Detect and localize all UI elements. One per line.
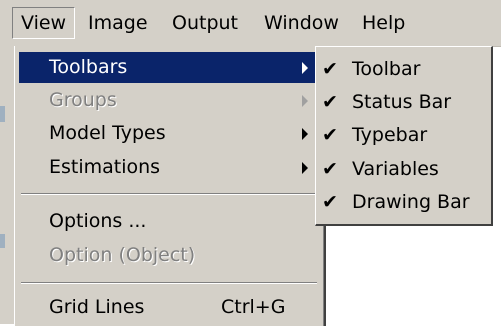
menu-output[interactable]: Output — [164, 7, 246, 39]
menu-item-estimations[interactable]: Estimations — [19, 152, 319, 183]
menu-item-options[interactable]: Options ... — [19, 206, 319, 237]
menu-item-label: Grid Lines — [49, 296, 145, 318]
menu-help[interactable]: Help — [354, 7, 413, 39]
menu-item-label: Model Types — [49, 122, 166, 144]
submenu-item-label: Drawing Bar — [352, 191, 470, 213]
submenu-item-label: Variables — [352, 158, 439, 180]
menu-window[interactable]: Window — [256, 7, 347, 39]
checkmark-icon: ✔ — [322, 58, 338, 80]
submenu-arrow-icon — [302, 95, 308, 107]
submenu-item-label: Status Bar — [352, 91, 452, 113]
menu-view[interactable]: View — [12, 7, 76, 39]
menu-item-label: Option (Object) — [49, 244, 196, 266]
checkmark-icon: ✔ — [322, 124, 338, 146]
view-dropdown-menu: Toolbars Groups Model Types Estimations … — [14, 46, 326, 326]
menu-item-label: Groups — [49, 89, 117, 111]
submenu-arrow-icon — [302, 128, 308, 140]
menu-item-model-types[interactable]: Model Types — [19, 118, 319, 149]
menu-item-label: Toolbars — [49, 56, 128, 78]
submenu-item-variables[interactable]: ✔ Variables — [320, 153, 488, 185]
submenu-item-drawing-bar[interactable]: ✔ Drawing Bar — [320, 186, 488, 218]
menu-item-option-object[interactable]: Option (Object) — [19, 240, 319, 271]
checkmark-icon: ✔ — [322, 91, 338, 113]
submenu-item-typebar[interactable]: ✔ Typebar — [320, 119, 488, 151]
background-window-edge — [0, 46, 14, 324]
checkmark-icon: ✔ — [322, 191, 338, 213]
checkmark-icon: ✔ — [322, 158, 338, 180]
menu-item-label: Estimations — [49, 156, 161, 178]
menu-item-grid-lines[interactable]: Grid Lines Ctrl+G — [19, 292, 319, 323]
submenu-item-toolbar[interactable]: ✔ Toolbar — [320, 53, 488, 85]
menu-item-shortcut: Ctrl+G — [221, 296, 286, 318]
menu-item-groups[interactable]: Groups — [19, 85, 319, 116]
submenu-arrow-icon — [302, 62, 308, 74]
menu-item-label: Options ... — [49, 210, 147, 232]
submenu-item-label: Typebar — [352, 124, 428, 146]
menu-separator — [21, 193, 317, 195]
menu-item-toolbars[interactable]: Toolbars — [19, 52, 319, 83]
menu-image[interactable]: Image — [80, 7, 156, 39]
submenu-arrow-icon — [302, 162, 308, 174]
background-marker — [0, 234, 5, 248]
submenu-item-label: Toolbar — [352, 58, 421, 80]
submenu-item-status-bar[interactable]: ✔ Status Bar — [320, 86, 488, 118]
toolbars-submenu: ✔ Toolbar ✔ Status Bar ✔ Typebar ✔ Varia… — [315, 46, 493, 226]
background-marker — [0, 106, 5, 122]
menu-bar: View Image Output Window Help — [0, 0, 501, 47]
menu-separator — [21, 282, 317, 284]
